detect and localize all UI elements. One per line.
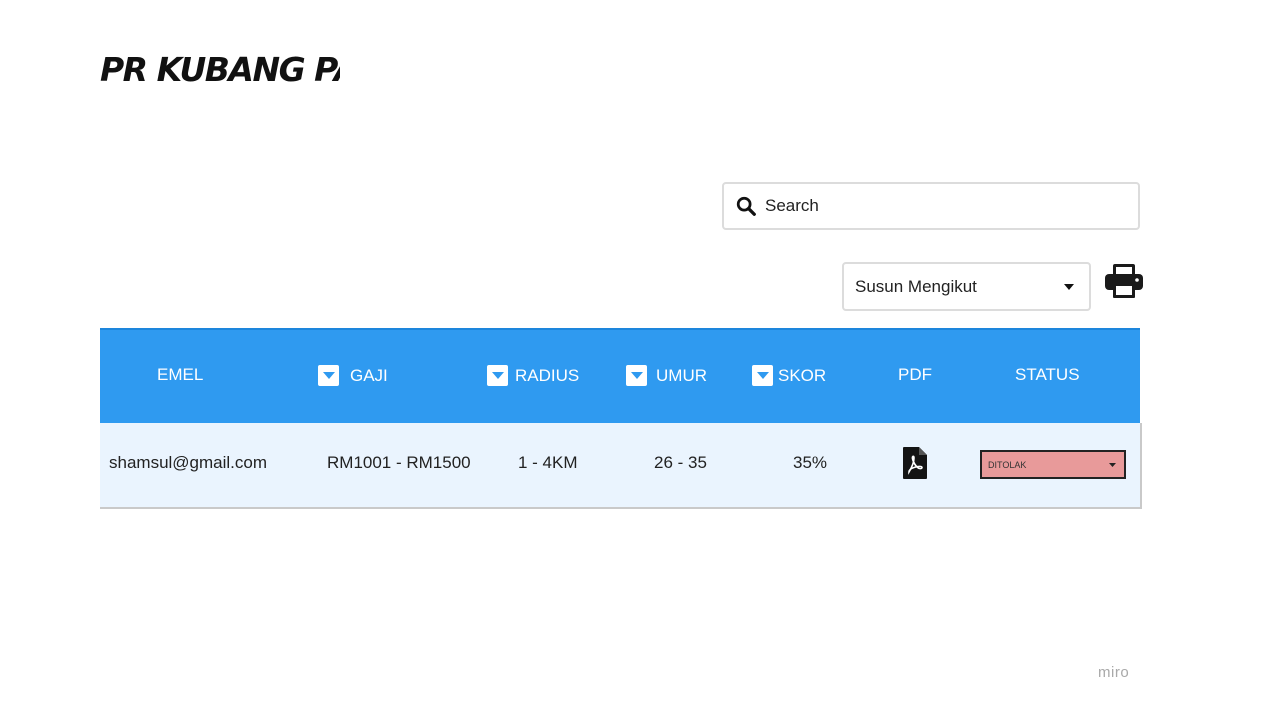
page-title: PR KUBANG PASU [100,50,340,89]
miro-watermark: miro [1098,664,1130,681]
search-icon [736,196,756,216]
applicants-table: EMEL GAJI RADIUS UMUR SKOR PDF STATUS sh… [100,328,1142,509]
pdf-file-icon[interactable] [903,447,927,479]
sort-dropdown-icon[interactable] [318,365,339,386]
column-label: PDF [898,365,932,384]
cell-age: 26 - 35 [654,453,707,472]
table-row: shamsul@gmail.com RM1001 - RM1500 1 - 4K… [100,423,1142,509]
column-header-skor[interactable]: SKOR [752,365,826,386]
table-header: EMEL GAJI RADIUS UMUR SKOR PDF STATUS [100,328,1140,425]
sort-dropdown-icon[interactable] [626,365,647,386]
column-header-umur[interactable]: UMUR [626,365,707,386]
column-header-pdf: PDF [898,365,932,385]
printer-icon[interactable] [1104,262,1144,300]
column-header-gaji[interactable]: GAJI [318,365,388,386]
column-header-emel[interactable]: EMEL [157,365,203,385]
cell-email: shamsul@gmail.com [109,453,268,472]
column-label: RADIUS [515,365,580,385]
column-header-status: STATUS [1015,365,1080,385]
column-header-radius[interactable]: RADIUS [487,365,579,386]
search-box[interactable] [722,182,1140,230]
cell-salary: RM1001 - RM1500 [327,453,471,472]
column-label: GAJI [350,365,388,385]
sort-dropdown-icon[interactable] [487,365,508,386]
status-label: DITOLAK [988,459,1027,470]
column-label: EMEL [157,365,204,384]
caret-down-icon [1064,283,1074,290]
sort-by-label: Susun Mengikut [855,276,977,296]
column-label: UMUR [656,365,707,385]
sort-by-dropdown[interactable]: Susun Mengikut [842,262,1091,311]
caret-down-icon [1109,462,1116,467]
column-label: STATUS [1015,365,1080,384]
status-dropdown[interactable]: DITOLAK [980,450,1126,479]
sort-dropdown-icon[interactable] [752,365,773,386]
column-label: SKOR [778,365,827,385]
search-input[interactable] [763,195,1107,217]
cell-radius: 1 - 4KM [518,453,578,472]
cell-score: 35% [793,453,828,472]
